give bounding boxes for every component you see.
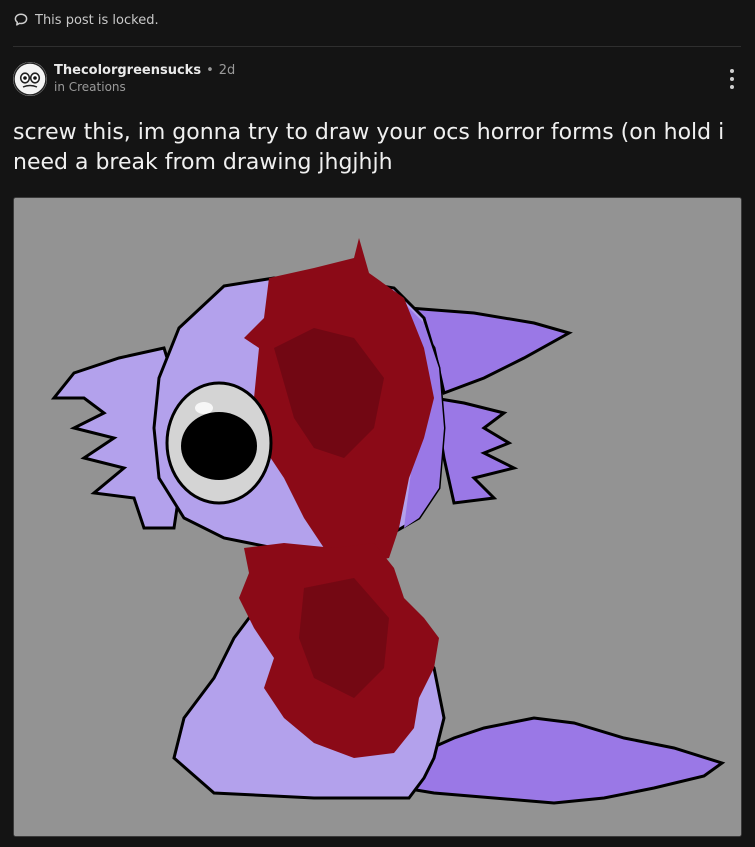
more-vertical-icon[interactable] [722,66,742,92]
post-age: 2d [218,63,236,78]
community-label[interactable]: in Creations [54,79,235,95]
divider [13,46,741,47]
locked-notice-text: This post is locked. [35,12,159,28]
avatar-face-icon [13,62,47,96]
post-image[interactable] [13,197,742,837]
post-title: screw this, im gonna try to draw your oc… [13,120,725,175]
author-name[interactable]: Thecolorgreensucks [54,63,201,79]
drawing-image [14,198,741,836]
post-page: This post is locked. Thecolorgreensucks … [0,0,755,847]
locked-notice: This post is locked. [13,12,159,28]
avatar[interactable] [13,62,47,96]
speech-bubble-icon [14,13,28,26]
post-author-row: Thecolorgreensucks • 2d in Creations [13,62,235,96]
meta-separator: • [206,63,214,78]
